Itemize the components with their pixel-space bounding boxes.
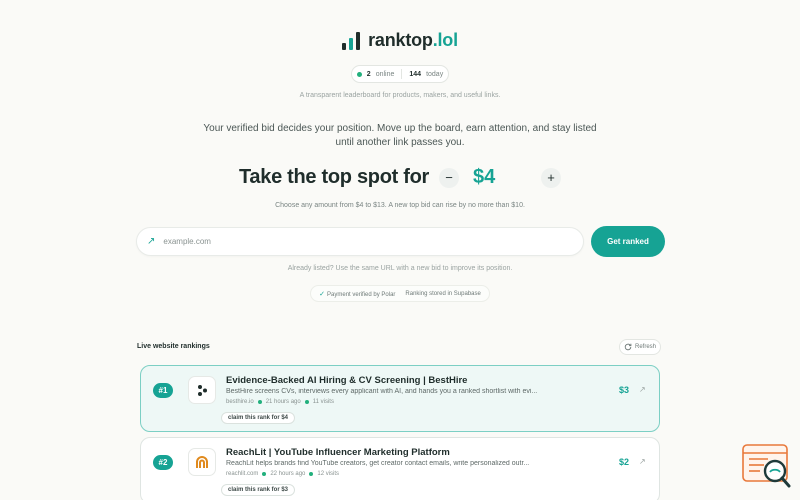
online-dot-icon bbox=[356, 71, 362, 77]
site-description: BestHire screens CVs, interviews every a… bbox=[226, 388, 538, 395]
bar-chart-icon bbox=[342, 31, 361, 50]
today-count: 144 bbox=[409, 70, 422, 78]
site-title[interactable]: ReachLit | YouTube Influencer Marketing … bbox=[226, 447, 450, 458]
refresh-icon bbox=[624, 343, 632, 351]
meta-dot-icon bbox=[304, 400, 309, 404]
site-domain: besthire.io bbox=[226, 399, 254, 405]
stats-divider bbox=[401, 69, 403, 79]
reachlit-logo-icon bbox=[196, 456, 208, 468]
headline-title: Take the top spot for bbox=[239, 166, 429, 188]
ranking-card[interactable]: #1 Evidence-Backed AI Hiring & CV Screen… bbox=[140, 365, 660, 432]
rankings-title: Live website rankings bbox=[137, 343, 210, 350]
intro-text: Your verified bid decides your position.… bbox=[203, 123, 597, 148]
site-domain: reachlit.com bbox=[226, 471, 259, 477]
online-count: 2 bbox=[366, 70, 371, 78]
site-visits: 12 visits bbox=[317, 471, 340, 477]
brand-name: ranktop.lol bbox=[368, 30, 458, 50]
rank-badge: #1 bbox=[153, 383, 173, 398]
storage-badge: Ranking stored in Supabase bbox=[405, 290, 481, 297]
today-label: today bbox=[426, 70, 444, 78]
trust-badges: ✓ Payment verified by Polar Ranking store… bbox=[310, 285, 490, 302]
site-visits: 11 visits bbox=[312, 399, 334, 405]
already-listed-note: Already listed? Use the same URL with a … bbox=[287, 265, 513, 272]
refresh-button[interactable]: Refresh bbox=[619, 339, 661, 355]
url-input[interactable] bbox=[163, 237, 544, 246]
check-icon: ✓ bbox=[319, 290, 326, 298]
external-link-icon[interactable]: ↗ bbox=[639, 385, 646, 394]
claim-rank-button[interactable]: claim this rank for $4 bbox=[221, 412, 296, 424]
meta-dot-icon bbox=[257, 400, 262, 404]
site-thumbnail bbox=[188, 376, 216, 404]
site-description: ReachLit helps brands find YouTube creat… bbox=[226, 460, 530, 467]
site-thumbnail bbox=[188, 448, 216, 476]
bid-amount[interactable]: $4 bbox=[469, 166, 531, 189]
payment-badge: ✓ Payment verified by Polar bbox=[319, 290, 396, 298]
site-title[interactable]: Evidence-Backed AI Hiring & CV Screening… bbox=[226, 375, 467, 386]
increase-bid-button[interactable]: + bbox=[541, 167, 561, 188]
bid-price: $2 bbox=[619, 457, 630, 467]
ranking-card[interactable]: #2 ReachLit | YouTube Influencer Marketi… bbox=[140, 437, 660, 500]
external-link-icon[interactable]: ↗ bbox=[639, 457, 646, 466]
bid-rule-text: Choose any amount from $4 to $13. A new … bbox=[275, 202, 525, 209]
besthire-logo-icon bbox=[198, 385, 207, 396]
refresh-label: Refresh bbox=[634, 344, 656, 350]
presence-stats: 2 online 144 today bbox=[351, 65, 449, 83]
meta-dot-icon bbox=[262, 472, 267, 476]
logo[interactable]: ranktop.lol bbox=[0, 30, 800, 51]
site-meta: besthire.io 21 hours ago 11 visits bbox=[226, 399, 334, 405]
rank-badge: #2 bbox=[153, 455, 173, 470]
claim-rank-button[interactable]: claim this rank for $3 bbox=[221, 484, 296, 496]
get-ranked-button[interactable]: Get ranked bbox=[591, 226, 665, 257]
site-time: 22 hours ago bbox=[270, 471, 306, 477]
url-field[interactable]: ↗ bbox=[136, 227, 584, 256]
meta-dot-icon bbox=[309, 472, 314, 476]
decrease-bid-button[interactable]: − bbox=[439, 167, 459, 188]
search-chat-icon bbox=[742, 444, 791, 488]
site-time: 21 hours ago bbox=[265, 399, 301, 405]
online-label: online bbox=[375, 70, 395, 78]
search-chat-widget[interactable] bbox=[742, 443, 792, 489]
bid-price: $3 bbox=[619, 385, 630, 395]
site-meta: reachlit.com 22 hours ago 12 visits bbox=[226, 471, 339, 477]
bid-headline: Take the top spot for − $4 + bbox=[0, 166, 800, 189]
arrow-up-right-icon: ↗ bbox=[147, 236, 156, 247]
tagline: A transparent leaderboard for products, … bbox=[299, 92, 501, 99]
